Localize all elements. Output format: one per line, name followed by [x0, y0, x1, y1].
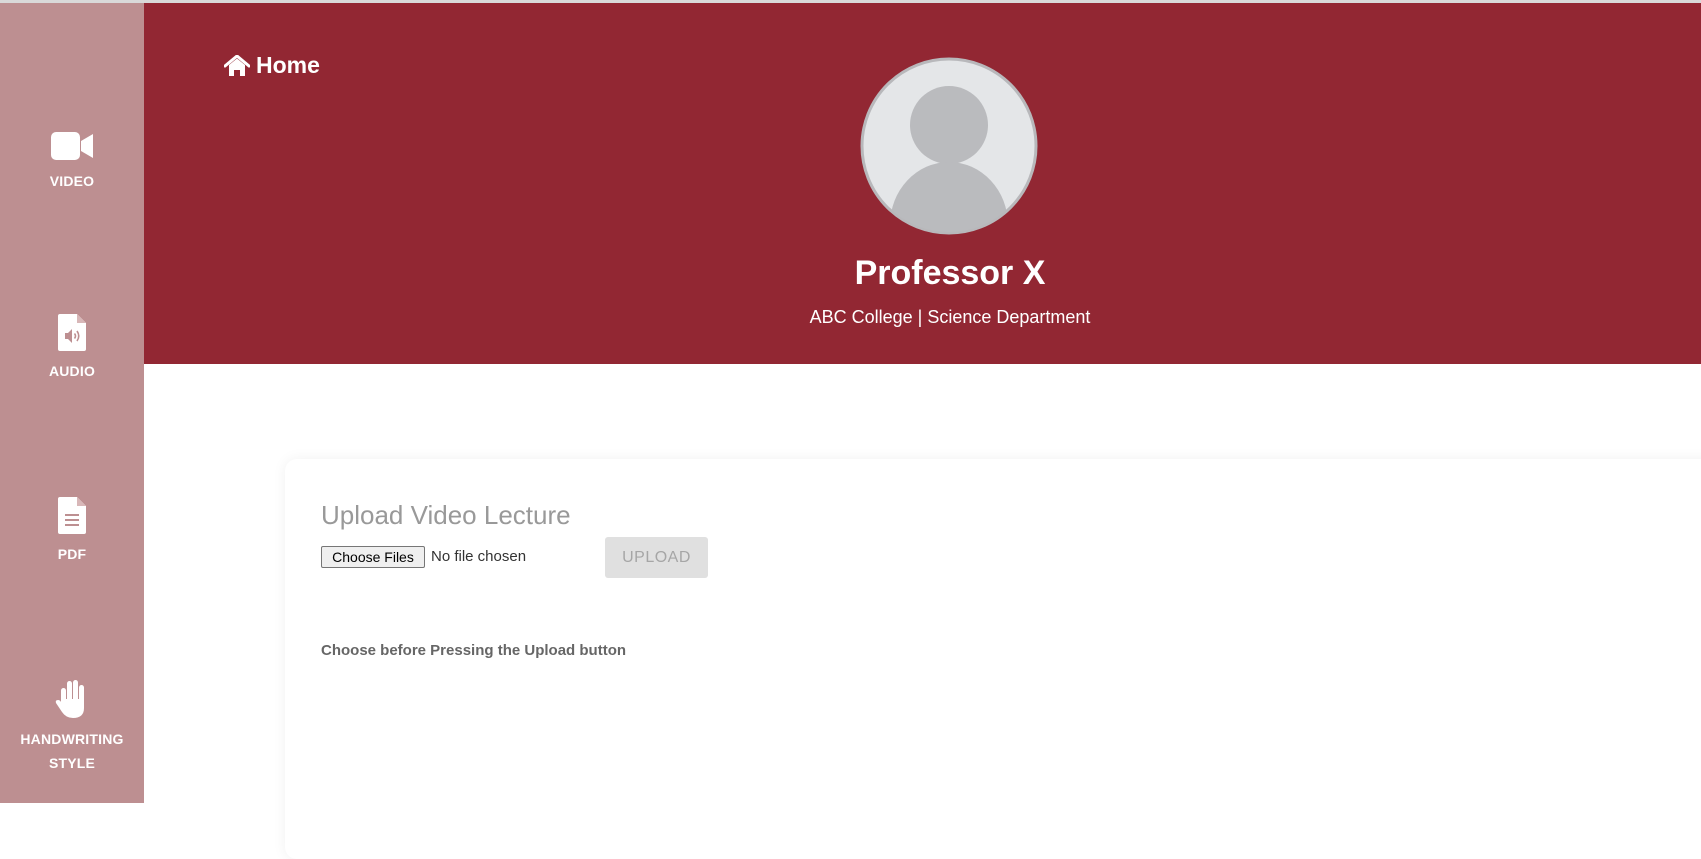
upload-hint: Choose before Pressing the Upload button	[321, 642, 627, 659]
video-camera-icon	[51, 132, 93, 160]
sidebar-item-audio[interactable]: AUDIO	[0, 314, 144, 383]
file-status-text: No file chosen	[431, 548, 527, 565]
hand-icon	[55, 680, 84, 718]
home-link[interactable]: Home	[224, 52, 320, 79]
sidebar-item-video[interactable]: VIDEO	[0, 131, 144, 193]
upload-title: Upload Video Lecture	[321, 500, 571, 530]
audio-file-icon	[58, 314, 86, 351]
choose-files-button[interactable]: Choose Files	[321, 546, 425, 568]
user-avatar-icon	[860, 57, 1038, 235]
sidebar: VIDEO AUDIO PDF HANDWRITING STYLE	[0, 3, 144, 803]
sidebar-item-label: VIDEO	[49, 173, 95, 189]
profile-name: Professor X	[854, 254, 1046, 292]
upload-button[interactable]: UPLOAD	[605, 537, 708, 578]
sidebar-item-label: HANDWRITING STYLE	[20, 731, 124, 771]
sidebar-item-handwriting-style[interactable]: HANDWRITING STYLE	[0, 679, 144, 775]
home-icon	[224, 54, 250, 76]
sidebar-item-label: AUDIO	[48, 363, 96, 379]
home-label: Home	[256, 52, 320, 78]
profile-subtitle: ABC College | Science Department	[809, 307, 1091, 327]
sidebar-item-label: PDF	[57, 546, 87, 562]
document-file-icon	[58, 497, 86, 534]
sidebar-item-pdf[interactable]: PDF	[0, 497, 144, 566]
